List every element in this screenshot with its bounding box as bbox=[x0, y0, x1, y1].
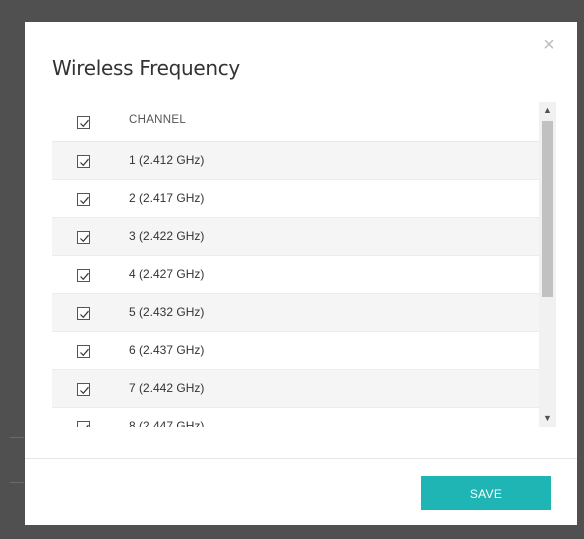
channel-label: 2 (2.417 GHz) bbox=[129, 191, 205, 205]
channel-checkbox[interactable] bbox=[77, 193, 90, 206]
channel-label: 1 (2.412 GHz) bbox=[129, 153, 205, 167]
scroll-thumb[interactable] bbox=[542, 121, 553, 297]
channel-label: 7 (2.442 GHz) bbox=[129, 381, 205, 395]
backdrop-divider bbox=[10, 437, 24, 438]
wireless-frequency-dialog: × Wireless Frequency CHANNEL 1 (2.412 GH… bbox=[25, 22, 577, 525]
channel-checkbox[interactable] bbox=[77, 231, 90, 244]
checkmark-icon bbox=[80, 386, 89, 395]
backdrop-divider bbox=[10, 482, 24, 483]
channel-row[interactable]: 8 (2.447 GHz) bbox=[52, 408, 544, 427]
checkmark-icon bbox=[80, 348, 89, 357]
channel-row[interactable]: 2 (2.417 GHz) bbox=[52, 180, 544, 218]
channel-checkbox[interactable] bbox=[77, 155, 90, 168]
checkmark-icon bbox=[80, 119, 89, 128]
checkmark-icon bbox=[80, 310, 89, 319]
channel-list[interactable]: CHANNEL 1 (2.412 GHz) 2 (2.417 GHz) 3 (2.4… bbox=[52, 102, 561, 427]
channel-column-header: CHANNEL bbox=[129, 114, 187, 126]
channel-label: 8 (2.447 GHz) bbox=[129, 419, 205, 427]
dialog-title: Wireless Frequency bbox=[52, 56, 240, 80]
checkmark-icon bbox=[80, 272, 89, 281]
save-button[interactable]: SAVE bbox=[421, 476, 551, 510]
scroll-down-arrow-icon[interactable]: ▼ bbox=[539, 410, 556, 427]
channel-checkbox[interactable] bbox=[77, 421, 90, 427]
channel-checkbox[interactable] bbox=[77, 269, 90, 282]
channel-list-header: CHANNEL bbox=[52, 102, 544, 142]
select-all-checkbox[interactable] bbox=[77, 116, 90, 129]
channel-row[interactable]: 1 (2.412 GHz) bbox=[52, 142, 544, 180]
channel-checkbox[interactable] bbox=[77, 383, 90, 396]
close-icon[interactable]: × bbox=[539, 35, 559, 55]
checkmark-icon bbox=[80, 234, 89, 243]
checkmark-icon bbox=[80, 158, 89, 167]
scroll-up-arrow-icon[interactable]: ▲ bbox=[539, 102, 556, 119]
channel-row[interactable]: 7 (2.442 GHz) bbox=[52, 370, 544, 408]
channel-checkbox[interactable] bbox=[77, 345, 90, 358]
channel-row[interactable]: 5 (2.432 GHz) bbox=[52, 294, 544, 332]
channel-checkbox[interactable] bbox=[77, 307, 90, 320]
channel-row[interactable]: 6 (2.437 GHz) bbox=[52, 332, 544, 370]
list-scrollbar[interactable]: ▲ ▼ bbox=[539, 102, 556, 427]
channel-label: 4 (2.427 GHz) bbox=[129, 267, 205, 281]
checkmark-icon bbox=[86, 424, 89, 427]
channel-label: 3 (2.422 GHz) bbox=[129, 229, 205, 243]
channel-row[interactable]: 4 (2.427 GHz) bbox=[52, 256, 544, 294]
channel-label: 5 (2.432 GHz) bbox=[129, 305, 205, 319]
checkmark-icon bbox=[80, 196, 89, 205]
channel-label: 6 (2.437 GHz) bbox=[129, 343, 205, 357]
footer-divider bbox=[25, 458, 577, 459]
channel-row[interactable]: 3 (2.422 GHz) bbox=[52, 218, 544, 256]
channel-list-content: CHANNEL 1 (2.412 GHz) 2 (2.417 GHz) 3 (2.4… bbox=[52, 102, 544, 427]
